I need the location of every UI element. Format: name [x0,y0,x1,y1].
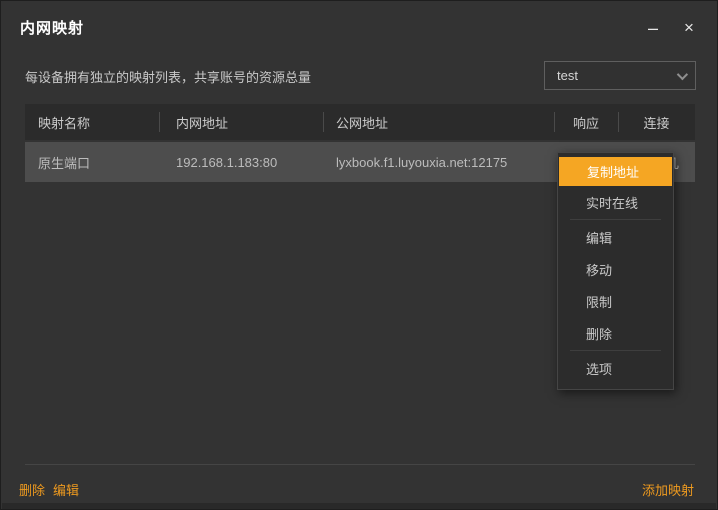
minimize-button[interactable]: – [637,13,669,43]
menu-item-edit[interactable]: 编辑 [558,221,673,253]
edit-link[interactable]: 编辑 [53,480,79,499]
column-header-name: 映射名称 [38,115,91,131]
row-context-menu: 复制地址 实时在线 编辑 移动 限制 删除 选项 [557,152,674,390]
column-divider [323,112,324,132]
menu-item-copy-address[interactable]: 复制地址 [559,157,672,186]
column-header-connection: 连接 [618,104,695,140]
menu-item-options[interactable]: 选项 [558,352,673,384]
footer-divider [25,464,695,465]
chevron-down-icon [676,68,689,80]
menu-divider [570,350,661,351]
mapping-name-cell: 原生端口 [38,155,91,171]
menu-divider [570,219,661,220]
column-header-response: 响应 [554,104,618,140]
column-divider [159,112,160,132]
device-select-dropdown[interactable]: test [544,61,696,90]
menu-item-realtime-online[interactable]: 实时在线 [558,186,673,218]
column-header-wan-address: 公网地址 [323,104,554,140]
close-button[interactable]: × [673,13,705,43]
menu-item-limit[interactable]: 限制 [558,285,673,317]
lan-address-cell: 192.168.1.183:80 [176,154,278,170]
app-window: 内网映射 – × 每设备拥有独立的映射列表，共享账号的资源总量 test 映射名… [0,0,718,510]
minimize-icon: – [647,17,658,38]
window-bottom-frame [2,503,716,509]
column-header-lan-address: 内网地址 [159,104,323,140]
add-mapping-link[interactable]: 添加映射 [642,480,694,499]
delete-link[interactable]: 删除 [19,480,45,499]
device-select-value: test [557,68,578,83]
column-divider [618,112,619,132]
mapping-list-subtitle: 每设备拥有独立的映射列表，共享账号的资源总量 [25,70,312,85]
menu-item-delete[interactable]: 删除 [558,317,673,349]
column-divider [554,112,555,132]
table-header: 映射名称 内网地址 公网地址 响应 连接 [25,104,695,140]
wan-address-cell: lyxbook.f1.luyouxia.net:12175 [336,154,508,170]
window-title: 内网映射 [20,20,85,37]
close-icon: × [684,18,694,37]
menu-item-move[interactable]: 移动 [558,253,673,285]
